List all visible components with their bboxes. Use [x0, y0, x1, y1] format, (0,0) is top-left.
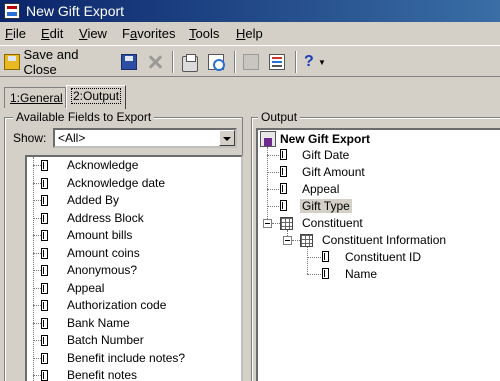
list-item[interactable]: Appeal [27, 280, 241, 298]
field-icon [41, 230, 48, 241]
dropdown-arrow-icon[interactable] [219, 130, 235, 146]
available-fields-list[interactable]: Acknowledge Acknowledge date Added By Ad… [25, 155, 243, 381]
tree-node[interactable]: Constituent [302, 215, 363, 232]
tree-node[interactable]: Gift Date [302, 147, 349, 164]
properties-button[interactable] [269, 50, 285, 74]
output-label: Output [258, 110, 301, 124]
field-icon [41, 317, 48, 329]
menu-edit[interactable]: Edit [41, 26, 63, 41]
field-icon [41, 195, 48, 206]
list-item[interactable]: Amount coins [27, 245, 241, 263]
show-label: Show: [13, 131, 47, 145]
show-filter-value: <All> [58, 131, 86, 145]
disabled-icon [243, 54, 259, 70]
window-title: New Gift Export [26, 3, 125, 19]
list-item[interactable]: Added By [27, 192, 241, 210]
list-item[interactable]: Address Block [27, 210, 241, 228]
field-icon [280, 166, 287, 177]
list-item[interactable]: Anonymous? [27, 262, 241, 280]
list-item[interactable]: Bank Name [27, 315, 241, 333]
list-item[interactable]: Acknowledge [27, 157, 241, 175]
field-icon [41, 177, 48, 189]
field-icon [41, 370, 48, 381]
print-icon [182, 54, 198, 72]
group-icon [280, 217, 293, 230]
field-icon [322, 268, 329, 279]
tree-root-node[interactable]: New Gift Export [280, 131, 370, 148]
toolbar: Save and Close ? ▼ [0, 45, 500, 77]
field-icon [41, 265, 48, 276]
tab-strip: 1:General 2:Output [0, 77, 500, 109]
delete-button [147, 50, 163, 74]
menu-favorites[interactable]: Favorites [122, 26, 175, 41]
app-icon [4, 3, 20, 19]
group-icon [300, 234, 313, 247]
menu-view[interactable]: View [79, 26, 107, 41]
field-icon [41, 160, 48, 171]
list-item[interactable]: Benefit notes [27, 367, 241, 381]
tab-output[interactable]: 2:Output [66, 85, 126, 109]
print-preview-icon [208, 54, 225, 71]
tree-node[interactable]: Name [345, 266, 377, 283]
field-icon [41, 212, 48, 224]
collapse-icon[interactable] [283, 236, 292, 245]
menu-tools[interactable]: Tools [189, 26, 219, 41]
output-group: Output New Gift Export Gift Date Gift Am… [251, 110, 500, 381]
save-and-close-button[interactable]: Save and Close [4, 47, 112, 77]
list-item[interactable]: Amount bills [27, 227, 241, 245]
field-icon [41, 352, 48, 364]
available-fields-group: Available Fields to Export Show: <All> A… [4, 110, 243, 381]
available-fields-label: Available Fields to Export [13, 110, 155, 124]
tree-node-selected[interactable]: Gift Type [300, 198, 352, 215]
dropdown-caret-icon[interactable]: ▼ [318, 58, 326, 67]
save-icon [121, 54, 137, 70]
field-icon [280, 149, 287, 160]
field-icon [41, 300, 48, 311]
tree-node[interactable]: Constituent ID [345, 249, 421, 266]
output-tree[interactable]: New Gift Export Gift Date Gift Amount Ap… [256, 128, 500, 381]
toolbar-separator [295, 51, 297, 73]
help-icon: ? [304, 53, 314, 70]
save-close-icon [4, 54, 20, 70]
collapse-icon[interactable] [263, 219, 272, 228]
field-icon [322, 251, 329, 262]
tab-general-label: 1:General [10, 91, 63, 105]
list-item[interactable]: Authorization code [27, 297, 241, 315]
help-button[interactable]: ? ▼ [304, 50, 326, 74]
list-item[interactable]: Acknowledge date [27, 175, 241, 193]
tree-node[interactable]: Gift Amount [302, 164, 365, 181]
menu-bar: File Edit View Favorites Tools Help [0, 22, 500, 45]
list-item[interactable]: Benefit include notes? [27, 350, 241, 368]
tab-output-label: 2:Output [70, 88, 122, 104]
show-filter-select[interactable]: <All> [53, 128, 237, 148]
title-bar: New Gift Export [0, 0, 500, 22]
field-icon [41, 247, 48, 259]
disabled-button [243, 50, 259, 74]
tree-node[interactable]: Constituent Information [322, 232, 446, 249]
export-root-icon [260, 131, 276, 147]
print-button[interactable] [182, 50, 198, 74]
list-item[interactable]: Batch Number [27, 332, 241, 350]
delete-icon [147, 54, 163, 70]
menu-file[interactable]: File [5, 26, 26, 41]
field-icon [280, 200, 287, 211]
field-icon [280, 183, 287, 194]
toolbar-separator [234, 51, 236, 73]
toolbar-separator [172, 51, 174, 73]
field-icon [41, 282, 48, 294]
save-and-close-label: Save and Close [23, 47, 79, 77]
print-preview-button[interactable] [208, 50, 225, 74]
tree-node[interactable]: Appeal [302, 181, 339, 198]
properties-icon [269, 54, 285, 70]
save-button[interactable] [121, 50, 137, 74]
menu-help[interactable]: Help [236, 26, 263, 41]
field-icon [41, 335, 48, 346]
tab-general[interactable]: 1:General [4, 87, 66, 108]
